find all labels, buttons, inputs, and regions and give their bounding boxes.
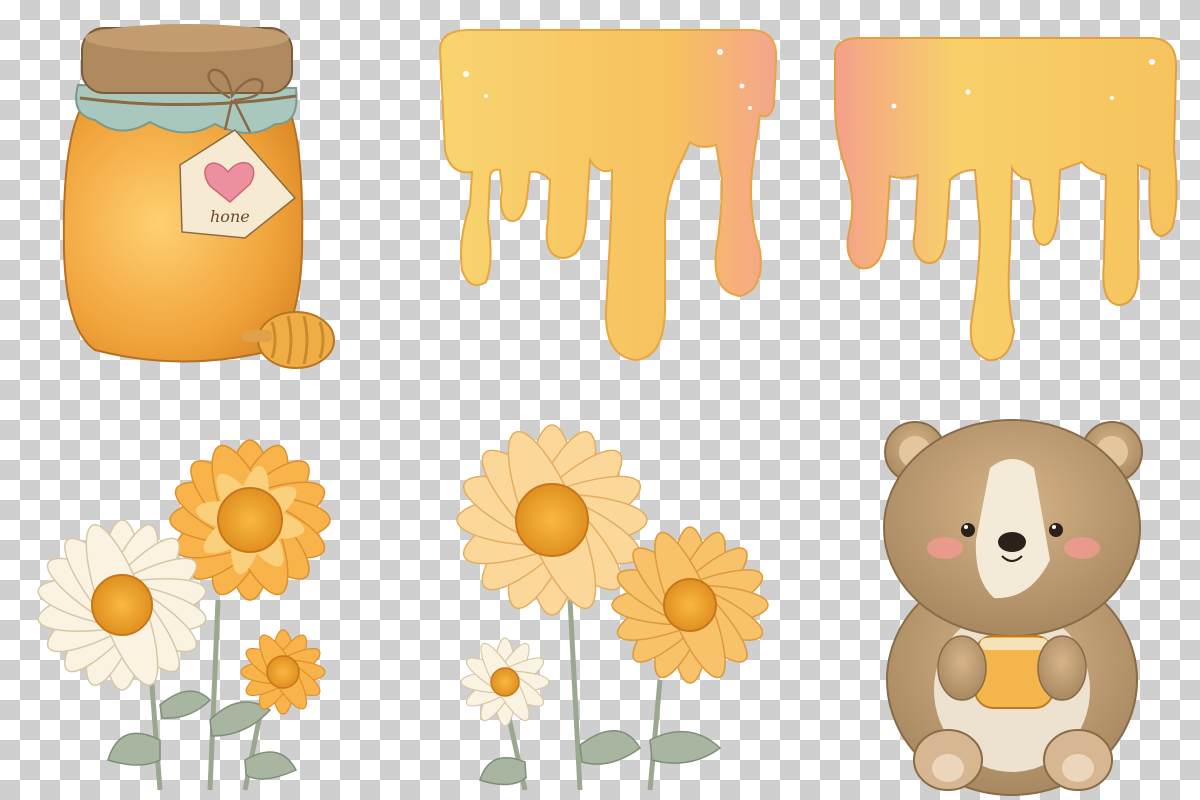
bear-cheek-left (927, 537, 963, 559)
bear-eye-left (961, 523, 975, 537)
bear-paw-left (937, 635, 987, 701)
bear-paw-right (1037, 635, 1087, 701)
bear-eye-right (1049, 523, 1063, 537)
orange-daisy-small (240, 629, 326, 715)
teddy-bear-with-honey (883, 419, 1143, 796)
honey-jar: hone (62, 24, 335, 369)
daisy-bouquet-middle (456, 424, 769, 791)
bear-nose (998, 532, 1026, 552)
white-daisy-small (460, 637, 550, 727)
clipart-sheet: hone (37, 24, 1178, 796)
drip-right-shape (834, 37, 1178, 362)
jar-lid-top (85, 24, 289, 52)
honey-drip-left (438, 29, 778, 362)
drip-left-shape (438, 29, 778, 362)
honey-drip-right (834, 37, 1178, 362)
jar-tag-text: hone (210, 207, 250, 226)
white-orange-daisy-large (456, 424, 648, 616)
bear-cheek-right (1064, 537, 1100, 559)
daisy-bouquet-left (37, 439, 331, 791)
